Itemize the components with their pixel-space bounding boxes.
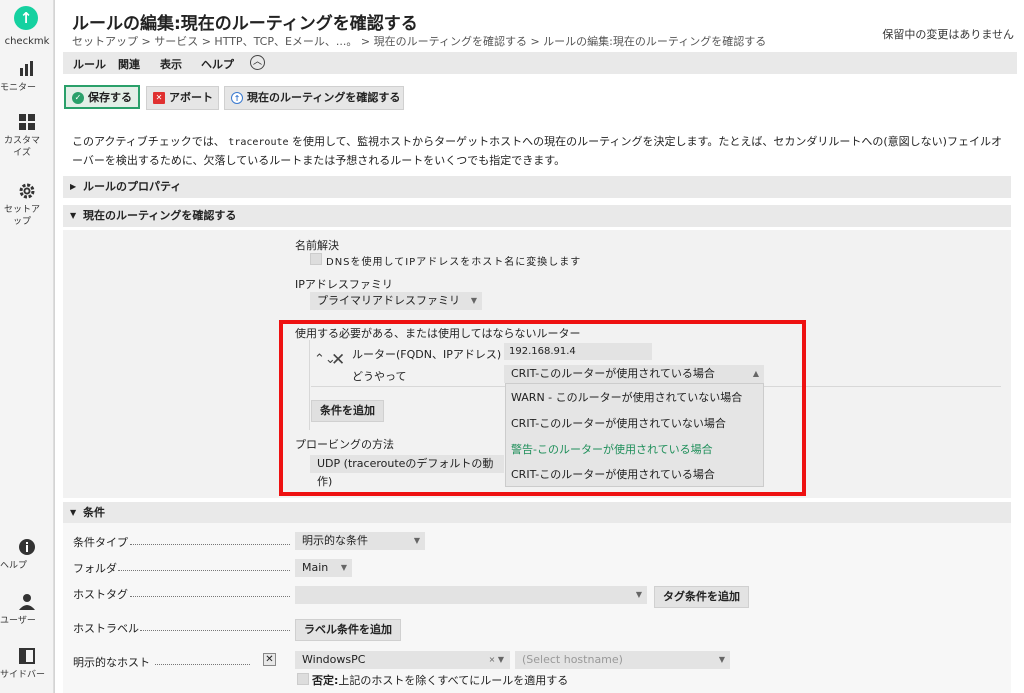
dns-checkbox[interactable] <box>310 253 322 265</box>
nav-user-label: ユーザー <box>0 616 36 626</box>
explicit-hosts-checkbox[interactable]: ✕ <box>263 653 276 666</box>
leader-dots <box>118 570 290 571</box>
leader-dots <box>130 544 290 545</box>
nav-monitor[interactable]: モニター <box>0 60 54 93</box>
chevron-down-icon: ▼ <box>718 655 725 664</box>
logo-text: checkmk <box>4 36 50 47</box>
sidebar-toggle-icon <box>19 648 35 664</box>
folder-label: フォルダ <box>73 562 117 575</box>
nav-sidebar[interactable]: サイドバー <box>0 647 54 680</box>
host-select[interactable]: WindowsPC × ▼ <box>295 651 510 669</box>
add-tag-condition-button[interactable]: タグ条件を追加 <box>654 586 749 608</box>
negate-checkbox[interactable] <box>297 673 309 685</box>
nav-setup[interactable]: セットアップ <box>0 182 54 227</box>
section-rule-properties[interactable]: ▶ ルールのプロパティ <box>63 176 1011 198</box>
chevron-down-icon: ▼ <box>635 590 642 599</box>
condition-type-select[interactable]: 明示的な条件 ▼ <box>295 532 425 550</box>
grid-icon <box>19 114 35 130</box>
save-button[interactable]: ✓ 保存する <box>64 85 140 109</box>
section-conditions[interactable]: ▼ 条件 <box>63 502 1011 524</box>
dns-checkbox-label: DNSを使用してIPアドレスをホスト名に変換します <box>326 257 582 268</box>
check-routing-button-label: 現在のルーティングを確認する <box>247 91 401 104</box>
hosttag-select[interactable]: ▼ <box>295 586 647 604</box>
page-title: ルールの編集:現在のルーティングを確認する <box>72 14 418 34</box>
hostlabel-label: ホストラベル <box>73 622 139 635</box>
nav-sidebar-label: サイドバー <box>0 670 46 680</box>
nav-help-label: ヘルプ <box>0 561 28 571</box>
abort-button-label: アボート <box>169 91 213 104</box>
leader-dots <box>155 664 250 665</box>
nav-help[interactable]: ヘルプ <box>0 538 54 571</box>
menu-display[interactable]: 表示 <box>160 56 182 72</box>
breadcrumb[interactable]: セットアップ > サービス > HTTP、TCP、Eメール、...。 > 現在の… <box>72 33 766 49</box>
ip-family-label: IPアドレスファミリ <box>295 278 393 291</box>
ip-family-select[interactable]: プライマリアドレスファミリ ▼ <box>310 292 482 310</box>
hosttag-label: ホストタグ <box>73 588 128 601</box>
nav-monitor-label: モニター <box>0 83 37 93</box>
triangle-down-icon: ▼ <box>70 508 77 517</box>
pending-changes-status[interactable]: 保留中の変更はありません <box>882 26 1014 42</box>
nav-customize[interactable]: カスタマイズ <box>0 113 54 158</box>
hostname-select[interactable]: (Select hostname) ▼ <box>515 651 730 669</box>
nav-setup-label: セットアップ <box>3 205 40 227</box>
check-routing-button[interactable]: ↑ 現在のルーティングを確認する <box>224 86 404 110</box>
abort-button[interactable]: ✕ アボート <box>146 86 219 110</box>
condition-type-label: 条件タイプ <box>73 536 128 549</box>
leader-dots <box>140 630 290 631</box>
chevron-down-icon: ▼ <box>413 536 420 545</box>
nav-customize-label: カスタマイズ <box>3 136 40 158</box>
info-circle-icon: ↑ <box>231 92 243 104</box>
triangle-down-icon: ▼ <box>70 211 77 220</box>
menu-rule[interactable]: ルール <box>73 56 106 72</box>
section-check-routing[interactable]: ▼ 現在のルーティングを確認する <box>63 205 1011 227</box>
description: このアクティブチェックでは、 traceroute を使用して、監視ホストからタ… <box>72 135 1002 167</box>
close-icon: ✕ <box>153 92 165 104</box>
gear-icon <box>19 183 35 199</box>
add-label-condition-button[interactable]: ラベル条件を追加 <box>295 619 401 641</box>
menu-related[interactable]: 関連 <box>118 56 140 72</box>
explicit-hosts-label: 明示的なホスト <box>73 656 150 669</box>
folder-select[interactable]: Main ▼ <box>295 559 352 577</box>
clear-chevron-icon[interactable]: × ▼ <box>489 651 504 669</box>
nav-user[interactable]: ユーザー <box>0 593 54 626</box>
save-button-label: 保存する <box>88 91 132 104</box>
triangle-right-icon: ▶ <box>70 182 77 191</box>
user-icon <box>19 594 35 610</box>
sidebar: ↑ checkmk モニター カスタマイズ セットアップ ヘルプ ユーザー サイ… <box>0 0 54 693</box>
leader-dots <box>130 596 290 597</box>
menu-bar: ルール 関連 表示 ヘルプ ︿ <box>63 52 1017 74</box>
highlight-box <box>279 320 806 496</box>
info-icon <box>19 539 35 555</box>
collapse-menu-icon[interactable]: ︿ <box>250 55 265 70</box>
negate-label: 否定:上記のホストを除くすべてにルールを適用する <box>312 674 569 687</box>
menu-help[interactable]: ヘルプ <box>201 56 234 72</box>
name-resolution-label: 名前解決 <box>295 239 339 252</box>
checkmk-logo-icon[interactable]: ↑ <box>14 6 38 30</box>
command-text: traceroute <box>228 137 289 148</box>
bar-chart-icon <box>20 61 33 76</box>
check-icon: ✓ <box>72 92 84 104</box>
chevron-down-icon: ▼ <box>470 296 477 305</box>
chevron-down-icon: ▼ <box>340 563 347 572</box>
